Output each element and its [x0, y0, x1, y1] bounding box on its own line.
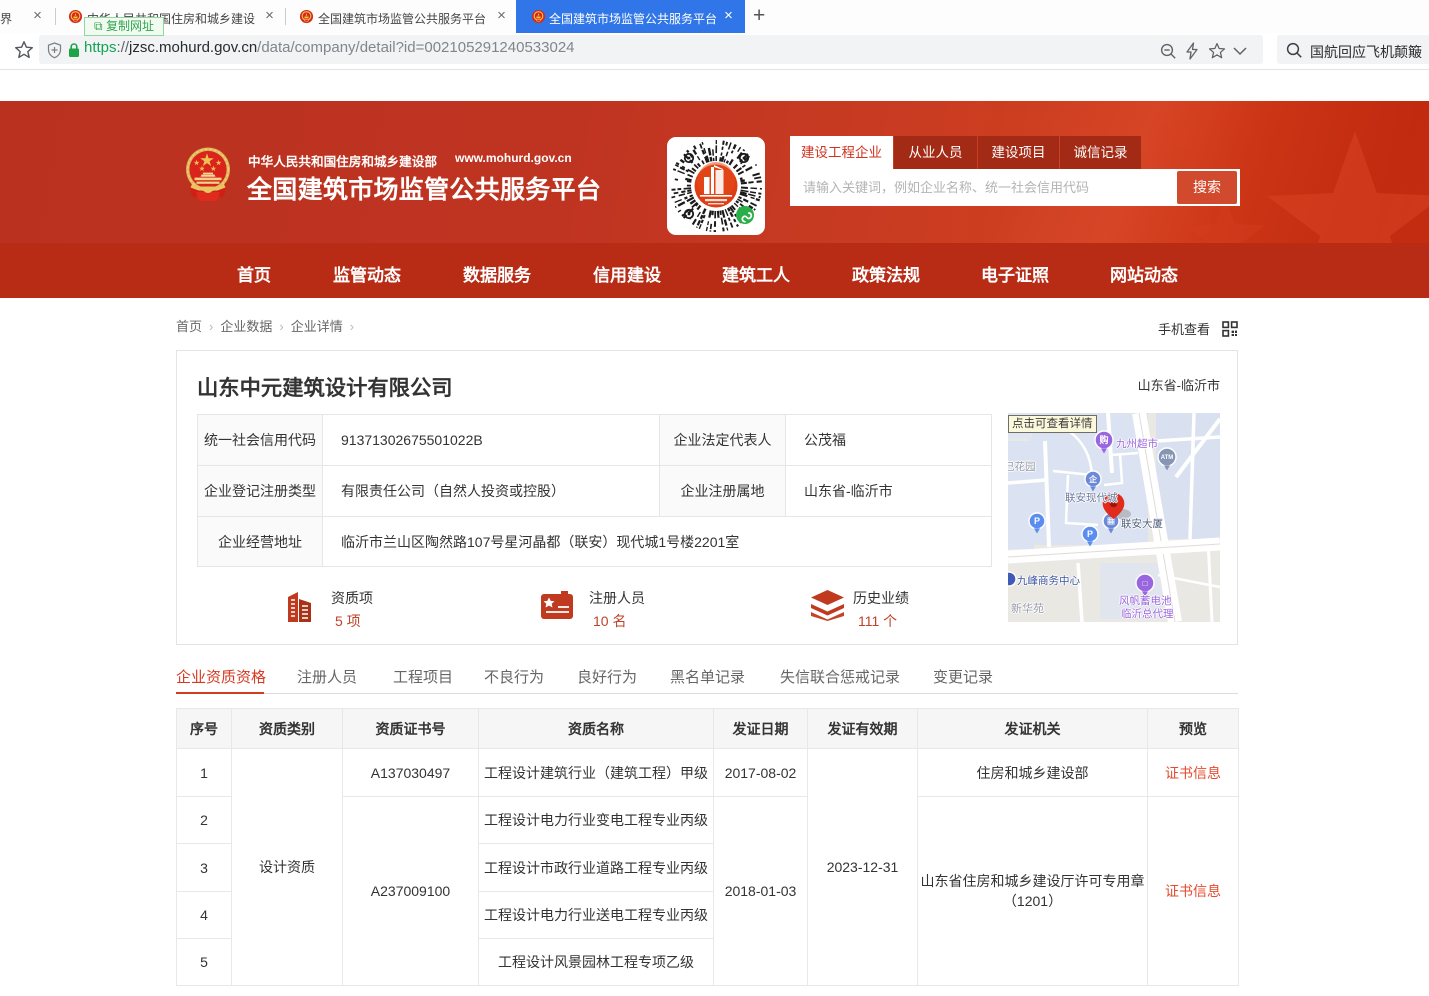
svg-text:ATM: ATM: [1161, 455, 1174, 461]
svg-text:购: 购: [1099, 434, 1108, 445]
svg-text:企: 企: [1088, 474, 1098, 484]
svg-text:P: P: [1087, 529, 1093, 539]
svg-text:P: P: [1034, 516, 1040, 526]
svg-text:□: □: [1143, 579, 1148, 588]
